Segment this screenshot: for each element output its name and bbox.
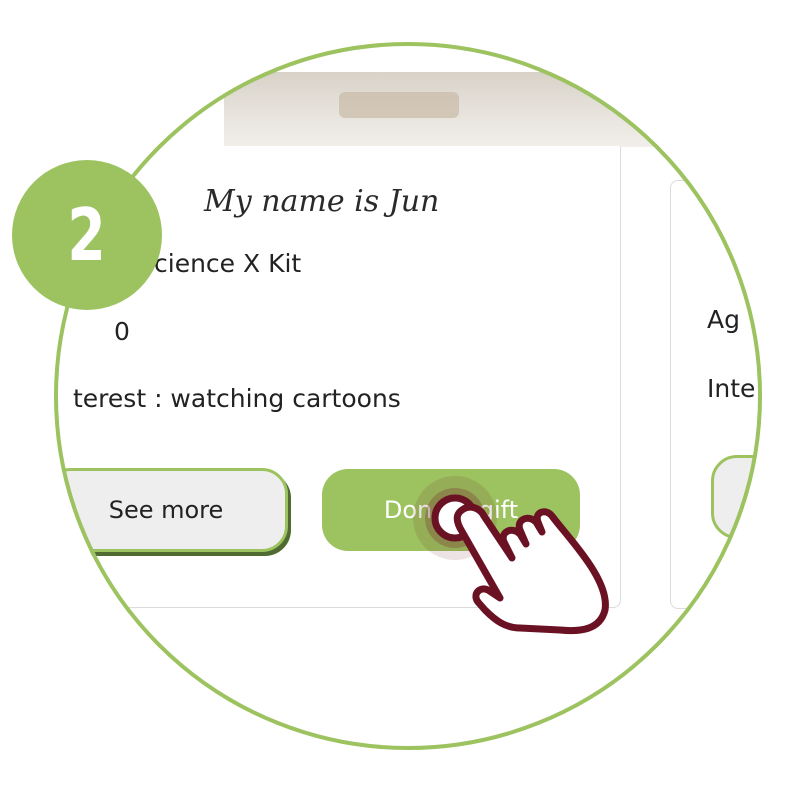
child-name-heading: My name is Jun [204, 184, 440, 219]
next-interest-label: Inte [707, 374, 756, 403]
gift-line: cience X Kit [154, 249, 302, 278]
see-more-button[interactable]: See more [54, 468, 288, 552]
step-badge: 2 [12, 160, 162, 310]
pointing-hand-icon [413, 476, 609, 635]
child-photo [224, 72, 654, 147]
photo-detail [339, 92, 459, 118]
next-child-card: Ag Inte [670, 180, 762, 609]
magnifier-lens: My name is Jun cience X Kit 0 terest : w… [54, 42, 762, 750]
interest-line: terest : watching cartoons [73, 384, 401, 413]
step-number: 2 [67, 193, 107, 277]
next-see-more-button[interactable] [711, 455, 762, 539]
next-age-label: Ag [707, 305, 740, 334]
age-line: 0 [114, 317, 130, 346]
